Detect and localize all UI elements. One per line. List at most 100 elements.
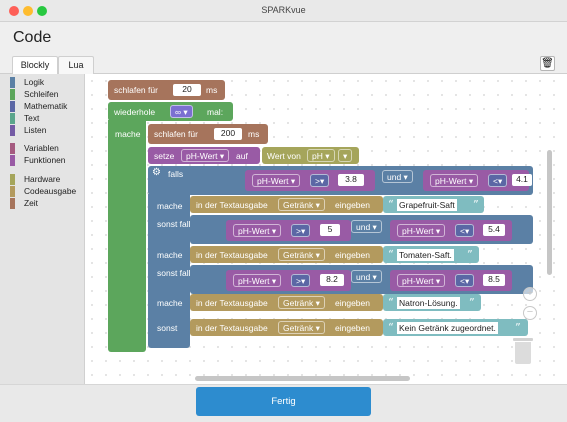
string-value[interactable]: Tomaten-Saft. xyxy=(397,249,454,261)
compare-operator-dropdown[interactable]: >▾ xyxy=(291,274,311,287)
sleep-value-field[interactable]: 20 xyxy=(173,84,201,96)
logic-and-dropdown[interactable]: und ▾ xyxy=(351,220,382,233)
text-output-target-dropdown[interactable]: Getränk ▾ xyxy=(278,248,325,261)
logic-and-dropdown[interactable]: und ▾ xyxy=(351,270,382,283)
zoom-out-icon[interactable]: − xyxy=(523,306,537,320)
done-button[interactable]: Fertig xyxy=(196,387,371,416)
logic-and-dropdown[interactable]: und ▾ xyxy=(382,170,413,183)
page-header: Code xyxy=(0,22,567,54)
sleep-unit: ms xyxy=(248,129,260,139)
compare-variable-dropdown[interactable]: pH-Wert ▾ xyxy=(233,224,282,237)
toolbox-category-mathematik[interactable]: Mathematik xyxy=(10,101,67,112)
category-label: Schleifen xyxy=(24,89,59,99)
trash-icon[interactable]: 🗑 xyxy=(540,56,555,71)
string-block[interactable]: “ Natron-Lösung. ” xyxy=(383,294,481,311)
text-output-block[interactable]: in der Textausgabe Getränk ▾ eingeben xyxy=(190,294,383,311)
compare-variable-dropdown[interactable]: pH-Wert ▾ xyxy=(252,174,301,187)
workspace-horizontal-scrollbar[interactable] xyxy=(195,376,410,381)
string-value[interactable]: Natron-Lösung. xyxy=(397,297,460,309)
compare-operator-dropdown[interactable]: <▾ xyxy=(488,174,508,187)
compare-operator-dropdown[interactable]: >▾ xyxy=(310,174,330,187)
zoom-in-icon[interactable]: + xyxy=(523,287,537,301)
category-label: Mathematik xyxy=(24,101,68,111)
compare-value-field[interactable]: 5.4 xyxy=(483,224,505,236)
toolbox-category-schleifen[interactable]: Schleifen xyxy=(10,89,58,100)
compare-value-field[interactable]: 4.1 xyxy=(512,174,532,186)
category-label: Funktionen xyxy=(24,155,66,165)
window-title: SPARKvue xyxy=(261,5,306,15)
repeat-body-bar: mache xyxy=(108,120,146,352)
compare-block[interactable]: pH-Wert ▾ <▾ 8.5 xyxy=(390,270,512,291)
compare-value-field[interactable]: 8.5 xyxy=(483,274,505,286)
toolbox-category-funktionen[interactable]: Funktionen xyxy=(10,155,65,166)
toolbox-sidebar: Logik Schleifen Mathematik Text Listen V… xyxy=(0,74,85,384)
do-label: mache xyxy=(157,201,183,211)
compare-value-field[interactable]: 5 xyxy=(320,224,340,236)
compare-block[interactable]: pH-Wert ▾ >▾ 5 xyxy=(226,220,351,241)
compare-operator-dropdown[interactable]: >▾ xyxy=(291,224,311,237)
string-block[interactable]: “ Kein Getränk zugeordnet. ” xyxy=(383,319,528,336)
compare-value-field[interactable]: 3.8 xyxy=(338,174,364,186)
sensor-extra-dropdown[interactable]: ▾ xyxy=(338,149,353,162)
toolbox-category-variablen[interactable]: Variablen xyxy=(10,143,59,154)
sensor-dropdown[interactable]: pH ▾ xyxy=(307,149,335,162)
compare-block[interactable]: pH-Wert ▾ <▾ 4.1 xyxy=(423,170,532,191)
close-quote-icon: ” xyxy=(515,321,521,334)
toolbox-category-text[interactable]: Text xyxy=(10,113,39,124)
compare-operator-dropdown[interactable]: <▾ xyxy=(455,274,475,287)
string-value[interactable]: Grapefruit-Saft xyxy=(397,199,457,211)
sleep-label: schlafen für xyxy=(114,85,158,95)
repeat-count-dropdown[interactable]: ∞ ▾ xyxy=(170,105,193,118)
text-output-block[interactable]: in der Textausgabe Getränk ▾ eingeben xyxy=(190,319,383,336)
sensor-value-block[interactable]: Wert von pH ▾ ▾ xyxy=(262,147,359,164)
category-label: Logik xyxy=(24,77,45,87)
set-label: setze xyxy=(154,151,175,161)
page-title: Code xyxy=(13,29,52,46)
workspace-vertical-scrollbar[interactable] xyxy=(547,150,552,275)
string-block[interactable]: “ Tomaten-Saft. ” xyxy=(383,246,479,263)
compare-variable-dropdown[interactable]: pH-Wert ▾ xyxy=(430,174,479,187)
category-label: Variablen xyxy=(24,143,59,153)
sleep-block[interactable]: schlafen für 200 ms xyxy=(148,124,268,144)
compare-block[interactable]: pH-Wert ▾ >▾ 8.2 xyxy=(226,270,351,291)
toolbox-category-codeausgabe[interactable]: Codeausgabe xyxy=(10,186,76,197)
text-output-label: in der Textausgabe xyxy=(196,200,268,210)
toolbox-category-logik[interactable]: Logik xyxy=(10,77,44,88)
sleep-block[interactable]: schlafen für 20 ms xyxy=(108,80,225,100)
toolbox-category-hardware[interactable]: Hardware xyxy=(10,174,60,185)
sensor-value-label: Wert von xyxy=(267,151,301,161)
repeat-block[interactable]: wiederhole ∞ ▾ mal: xyxy=(108,102,233,121)
set-to-label: auf xyxy=(236,151,248,161)
text-output-block[interactable]: in der Textausgabe Getränk ▾ eingeben xyxy=(190,196,383,213)
open-quote-icon: “ xyxy=(388,248,394,261)
sleep-value-field[interactable]: 200 xyxy=(214,128,242,140)
tab-lua[interactable]: Lua xyxy=(58,56,94,74)
compare-value-field[interactable]: 8.2 xyxy=(320,274,344,286)
toolbox-category-zeit[interactable]: Zeit xyxy=(10,198,38,209)
compare-variable-dropdown[interactable]: pH-Wert ▾ xyxy=(397,274,446,287)
compare-block[interactable]: pH-Wert ▾ >▾ 3.8 xyxy=(245,170,375,191)
compare-variable-dropdown[interactable]: pH-Wert ▾ xyxy=(397,224,446,237)
do-label: mache xyxy=(157,250,183,260)
compare-variable-dropdown[interactable]: pH-Wert ▾ xyxy=(233,274,282,287)
text-output-block[interactable]: in der Textausgabe Getränk ▾ eingeben xyxy=(190,246,383,263)
text-output-target-dropdown[interactable]: Getränk ▾ xyxy=(278,296,325,309)
set-variable-dropdown[interactable]: pH-Wert ▾ xyxy=(181,149,230,162)
set-variable-block[interactable]: setze pH-Wert ▾ auf xyxy=(148,147,260,164)
if-label: falls xyxy=(168,169,184,179)
compare-operator-dropdown[interactable]: <▾ xyxy=(455,224,475,237)
tab-blockly[interactable]: Blockly xyxy=(12,56,58,74)
sleep-unit: ms xyxy=(206,85,218,95)
gear-icon[interactable]: ⚙ xyxy=(152,167,161,179)
text-output-target-dropdown[interactable]: Getränk ▾ xyxy=(278,321,325,334)
workspace-trash-icon[interactable] xyxy=(513,338,533,364)
blockly-workspace[interactable]: schlafen für 20 ms wiederhole ∞ ▾ mal: m… xyxy=(85,74,559,384)
string-block[interactable]: “ Grapefruit-Saft ” xyxy=(383,196,484,213)
string-value[interactable]: Kein Getränk zugeordnet. xyxy=(397,322,498,334)
editor-tabs: Blockly Lua 🗑 xyxy=(0,54,567,74)
text-output-label: in der Textausgabe xyxy=(196,250,268,260)
open-quote-icon: “ xyxy=(388,198,394,211)
compare-block[interactable]: pH-Wert ▾ <▾ 5.4 xyxy=(390,220,512,241)
toolbox-category-listen[interactable]: Listen xyxy=(10,125,46,136)
text-output-target-dropdown[interactable]: Getränk ▾ xyxy=(278,198,325,211)
